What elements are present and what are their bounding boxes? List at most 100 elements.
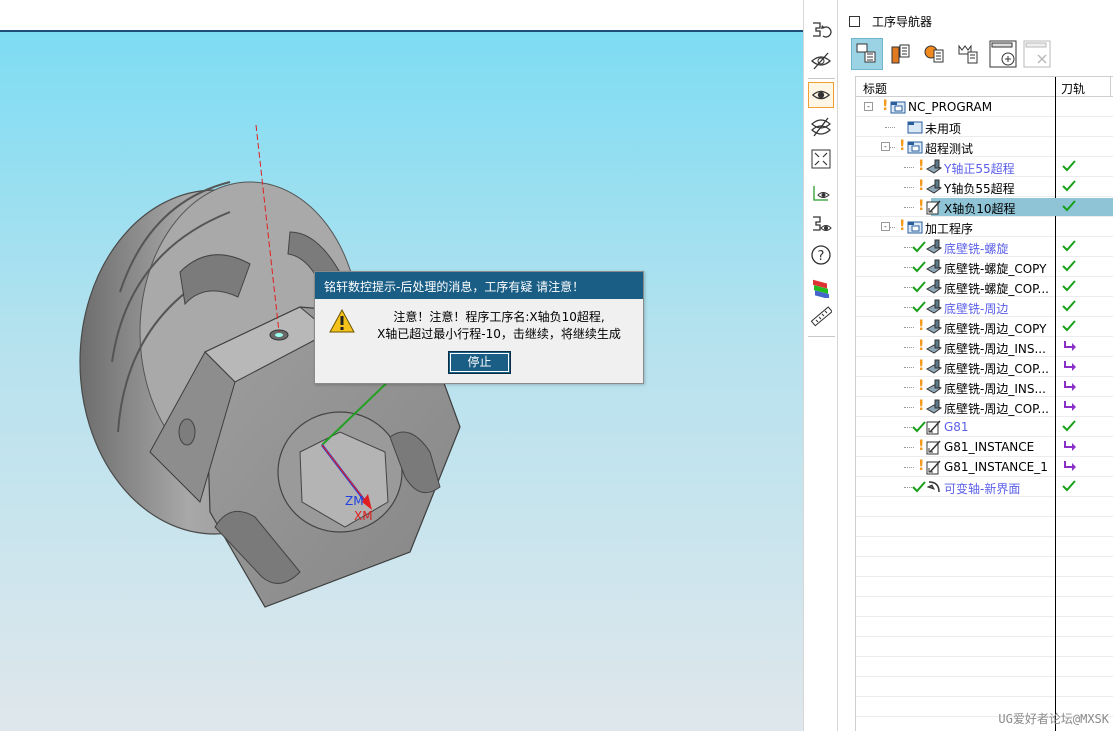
toolpath-regenerate-icon xyxy=(1061,439,1077,456)
warning-mark-icon: ! xyxy=(918,398,925,414)
column-path-header[interactable]: 刀轨 xyxy=(1061,80,1085,97)
toolpath-ok-icon xyxy=(1061,419,1077,436)
tree-row[interactable]: ! X轴负10超程 xyxy=(856,197,1113,217)
mill-op-icon xyxy=(925,259,943,275)
tree-expander[interactable]: - xyxy=(881,142,890,151)
tree-row[interactable]: -! 超程测试 xyxy=(856,137,1113,157)
toolpath-ok-icon xyxy=(1061,259,1077,276)
program-folder-icon xyxy=(890,99,906,115)
tree-row[interactable]: ! 底壁铣-周边_COP... xyxy=(856,397,1113,417)
hide-all-icon[interactable] xyxy=(808,114,834,140)
tree-row[interactable]: ! 底壁铣-周边_COP... xyxy=(856,357,1113,377)
graphics-viewport[interactable]: ZM XM 铭轩数控提示-后处理的消息，工序有疑 请注意！ 注意！注意！程序工序… xyxy=(0,30,803,731)
watermark: UG爱好者论坛@MXSK xyxy=(998,712,1109,726)
tree-row-label: 底壁铣-周边_COP... xyxy=(944,362,1049,376)
tree-row[interactable]: 底壁铣-螺旋_COP... xyxy=(856,277,1113,297)
toolpath-ok-icon xyxy=(1061,479,1077,496)
toolpath-ok-icon xyxy=(1061,319,1077,336)
tree-row-label: 底壁铣-周边_COPY xyxy=(944,322,1047,336)
column-name-header[interactable]: 标题 xyxy=(863,80,887,97)
tree-row[interactable]: 底壁铣-螺旋 xyxy=(856,237,1113,257)
tree-row[interactable]: 底壁铣-周边 xyxy=(856,297,1113,317)
xm-axis-label: XM xyxy=(354,509,373,523)
color-palette-icon[interactable] xyxy=(808,274,834,300)
create-operation-icon[interactable] xyxy=(987,38,1019,70)
tree-row[interactable]: ! G81_INSTANCE xyxy=(856,437,1113,457)
mill-op-icon xyxy=(925,319,943,335)
tree-row-label: X轴负10超程 xyxy=(944,202,1016,216)
method-view-icon[interactable] xyxy=(953,38,985,70)
edit-op-icon xyxy=(926,199,942,215)
view-orient-icon[interactable] xyxy=(808,180,834,206)
toolpath-ok-icon xyxy=(1061,279,1077,296)
tree-row-label: 超程测试 xyxy=(925,142,974,156)
toolpath-regenerate-icon xyxy=(1061,399,1077,416)
resource-bar: ? xyxy=(803,0,838,731)
reuse-icon[interactable] xyxy=(808,212,834,238)
warning-mark-icon: ! xyxy=(918,458,925,474)
tree-row[interactable]: 底壁铣-螺旋_COPY xyxy=(856,257,1113,277)
mill-op-icon xyxy=(925,379,943,395)
dialog-message: 注意！注意！程序工序名:X轴负10超程, X轴已超过最小行程-10，击继续，将继… xyxy=(359,309,639,343)
help-icon[interactable]: ? xyxy=(808,242,834,268)
geometry-view-icon[interactable] xyxy=(919,38,951,70)
tree-row[interactable]: ! 底壁铣-周边_INS... xyxy=(856,337,1113,357)
navigator-header: 工序导航器 xyxy=(849,12,932,30)
tree-row[interactable]: ! 底壁铣-周边_INS... xyxy=(856,377,1113,397)
zm-axis-label: ZM xyxy=(345,494,364,508)
tree-row[interactable]: 可变轴-新界面 xyxy=(856,477,1113,497)
operation-navigator: 工序导航器 标题 刀轨 - ! NC_PROGRAM 未用项 - ! 超程测试 … xyxy=(839,0,1113,731)
ruler-icon[interactable] xyxy=(808,304,834,330)
mill-op-icon xyxy=(925,399,943,415)
tree-expander[interactable]: - xyxy=(864,102,873,111)
variable-axis-op-icon xyxy=(926,479,942,495)
navigator-toolbar xyxy=(851,38,1053,70)
folder-icon xyxy=(907,119,923,135)
tree-row[interactable]: ! G81_INSTANCE_1 xyxy=(856,457,1113,477)
complete-mark-icon xyxy=(912,300,926,318)
tree-row[interactable]: ! Y轴负55超程 xyxy=(856,177,1113,197)
tree-row[interactable]: 未用项 xyxy=(856,117,1113,137)
tree-row[interactable]: ! 底壁铣-周边_COPY xyxy=(856,317,1113,337)
complete-mark-icon xyxy=(912,260,926,278)
toolpath-ok-icon xyxy=(1061,239,1077,256)
toolpath-ok-icon xyxy=(1061,299,1077,316)
dialog-message-line2: X轴已超过最小行程-10，击继续，将继续生成 xyxy=(377,327,621,341)
reuse-library-icon[interactable] xyxy=(808,18,834,44)
svg-text:?: ? xyxy=(818,249,825,264)
program-order-view-icon[interactable] xyxy=(851,38,883,70)
mill-op-icon xyxy=(925,359,943,375)
dialog-message-line1: 注意！注意！程序工序名:X轴负10超程, xyxy=(393,310,605,324)
tree-row-label: 加工程序 xyxy=(925,222,974,236)
tree-row-label: 底壁铣-螺旋_COP... xyxy=(944,282,1049,296)
fit-view-icon[interactable] xyxy=(808,146,834,172)
warning-mark-icon: ! xyxy=(918,318,925,334)
complete-mark-icon xyxy=(912,480,926,498)
show-icon[interactable] xyxy=(808,82,834,108)
edit-op-icon xyxy=(926,419,942,435)
mill-op-icon xyxy=(925,279,943,295)
stop-button[interactable]: 停止 xyxy=(448,351,511,374)
navigator-pin-checkbox[interactable] xyxy=(849,15,860,27)
mill-op-icon xyxy=(925,239,943,255)
tree-row[interactable]: G81 xyxy=(856,417,1113,437)
tree-row-label: Y轴正55超程 xyxy=(944,162,1015,176)
tree-row-label: 底壁铣-周边_COP... xyxy=(944,402,1049,416)
warning-mark-icon: ! xyxy=(899,138,906,154)
warning-mark-icon: ! xyxy=(918,378,925,394)
program-folder-icon xyxy=(907,219,923,235)
tree-row[interactable]: -! 加工程序 xyxy=(856,217,1113,237)
navigator-title: 工序导航器 xyxy=(872,14,933,29)
hide-icon[interactable] xyxy=(808,48,834,74)
mill-op-icon xyxy=(925,339,943,355)
tree-row[interactable]: ! Y轴正55超程 xyxy=(856,157,1113,177)
tree-row-label: 底壁铣-螺旋_COPY xyxy=(944,262,1047,276)
complete-mark-icon xyxy=(912,240,926,258)
machine-tool-view-icon[interactable] xyxy=(885,38,917,70)
edit-op-icon xyxy=(926,459,942,475)
tree-row-label: 可变轴-新界面 xyxy=(944,482,1021,496)
tree-expander[interactable]: - xyxy=(881,222,890,231)
warning-icon xyxy=(329,308,355,336)
delete-icon[interactable] xyxy=(1021,38,1053,70)
tree-row[interactable]: -! NC_PROGRAM xyxy=(856,97,1113,117)
